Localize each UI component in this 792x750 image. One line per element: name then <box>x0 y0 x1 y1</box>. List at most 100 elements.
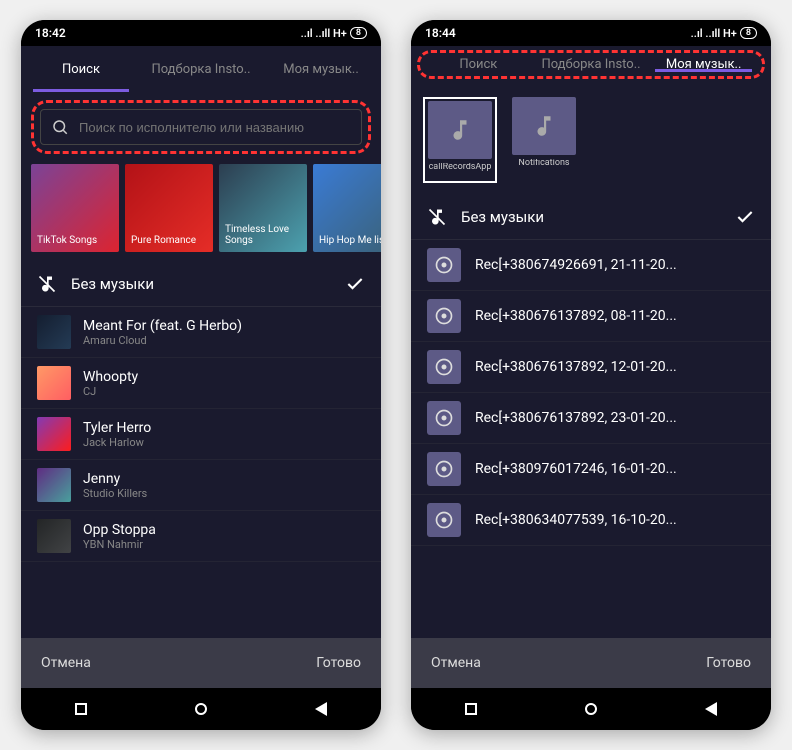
status-right: ..ıl ..ıll H+ 8 <box>691 27 757 40</box>
music-note-icon <box>512 97 576 155</box>
playlist-label: Pure Romance <box>131 235 196 246</box>
track-row[interactable]: Meant For (feat. G Herbo) Amaru Cloud <box>21 307 381 358</box>
highlight-search <box>31 100 371 154</box>
nav-home-icon[interactable] <box>585 703 597 715</box>
no-music-label: Без музыки <box>71 275 331 293</box>
track-title: Opp Stoppa <box>83 522 365 538</box>
folder-callrecords[interactable]: callRecordsApp <box>423 97 497 183</box>
tab-label: Поиск <box>62 62 100 77</box>
tab-label: Подборка Insto.. <box>151 62 250 77</box>
tab-label: Моя музык.. <box>283 62 359 77</box>
no-music-icon <box>427 207 447 227</box>
cancel-button[interactable]: Отмена <box>41 655 91 671</box>
track-text: Tyler Herro Jack Harlow <box>83 420 365 449</box>
track-title: Tyler Herro <box>83 420 365 436</box>
folder-label: Notifications <box>507 159 581 169</box>
track-art <box>37 315 71 349</box>
tab-search[interactable]: Поиск <box>422 57 535 72</box>
no-music-row[interactable]: Без музыки <box>21 262 381 307</box>
track-text: Whoopty CJ <box>83 369 365 398</box>
track-text: Opp Stoppa YBN Nahmir <box>83 522 365 551</box>
status-time: 18:44 <box>425 26 456 40</box>
track-row[interactable]: Tyler Herro Jack Harlow <box>21 409 381 460</box>
track-artist: YBN Nahmir <box>83 538 365 551</box>
playlist-card[interactable]: TikTok Songs <box>31 164 119 252</box>
recording-row[interactable]: Rec[+380674926691, 21-11-20... <box>411 240 771 291</box>
track-artist: CJ <box>83 385 365 398</box>
track-art <box>37 417 71 451</box>
disc-icon <box>427 350 461 384</box>
tab-my-music[interactable]: Моя музык.. <box>647 57 760 72</box>
search-field[interactable] <box>79 120 351 135</box>
app-content: Поиск Подборка Insto.. Моя музык.. callR… <box>411 46 771 688</box>
track-list[interactable]: Meant For (feat. G Herbo) Amaru Cloud Wh… <box>21 307 381 638</box>
no-music-icon <box>37 274 57 294</box>
playlist-label: TikTok Songs <box>37 235 97 246</box>
disc-icon <box>427 248 461 282</box>
track-art <box>37 366 71 400</box>
tab-collection[interactable]: Подборка Insto.. <box>535 57 648 72</box>
tab-search[interactable]: Поиск <box>21 46 141 92</box>
recording-row[interactable]: Rec[+380676137892, 23-01-20... <box>411 393 771 444</box>
tab-label: Поиск <box>459 57 497 72</box>
tab-label: Моя музык.. <box>666 57 742 72</box>
phone-left: 18:42 ..ıl ..ıll H+ 8 Поиск Подборка Ins… <box>21 20 381 730</box>
playlist-card[interactable]: Pure Romance <box>125 164 213 252</box>
done-button[interactable]: Готово <box>706 655 751 671</box>
status-time: 18:42 <box>35 26 66 40</box>
recording-title: Rec[+380676137892, 23-01-20... <box>475 410 755 426</box>
track-row[interactable]: Opp Stoppa YBN Nahmir <box>21 511 381 562</box>
recording-title: Rec[+380674926691, 21-11-20... <box>475 257 755 273</box>
done-button[interactable]: Готово <box>316 655 361 671</box>
recording-row[interactable]: Rec[+380634077539, 16-10-20... <box>411 495 771 546</box>
recording-title: Rec[+380676137892, 08-11-20... <box>475 308 755 324</box>
track-row[interactable]: Whoopty CJ <box>21 358 381 409</box>
recording-title: Rec[+380976017246, 16-01-20... <box>475 461 755 477</box>
playlist-label: Hip Hop Me list <box>319 235 381 246</box>
nav-back-icon[interactable] <box>315 702 327 716</box>
track-text: Meant For (feat. G Herbo) Amaru Cloud <box>83 318 365 347</box>
track-title: Whoopty <box>83 369 365 385</box>
tab-collection[interactable]: Подборка Insto.. <box>141 46 261 92</box>
cancel-button[interactable]: Отмена <box>431 655 481 671</box>
phone-right: 18:44 ..ıl ..ıll H+ 8 Поиск Подборка Ins… <box>411 20 771 730</box>
tab-my-music[interactable]: Моя музык.. <box>261 46 381 92</box>
recording-row[interactable]: Rec[+380676137892, 08-11-20... <box>411 291 771 342</box>
search-input[interactable] <box>40 109 362 145</box>
playlist-row[interactable]: TikTok Songs Pure Romance Timeless Love … <box>21 164 381 262</box>
track-text: Jenny Studio Killers <box>83 471 365 500</box>
nav-recent-icon[interactable] <box>465 703 477 715</box>
playlist-card[interactable]: Hip Hop Me list <box>313 164 381 252</box>
track-title: Meant For (feat. G Herbo) <box>83 318 365 334</box>
signal-text: ..ıl ..ıll H+ <box>301 27 347 40</box>
signal-text: ..ıl ..ıll H+ <box>691 27 737 40</box>
recording-row[interactable]: Rec[+380976017246, 16-01-20... <box>411 444 771 495</box>
tab-bar: Поиск Подборка Insto.. Моя музык.. <box>21 46 381 92</box>
footer-bar: Отмена Готово <box>21 638 381 688</box>
disc-icon <box>427 299 461 333</box>
footer-bar: Отмена Готово <box>411 638 771 688</box>
folder-label: callRecordsApp <box>427 163 493 173</box>
folder-notifications[interactable]: Notifications <box>507 97 581 183</box>
playlist-label: Timeless Love Songs <box>225 224 301 246</box>
track-artist: Studio Killers <box>83 487 365 500</box>
navbar <box>411 688 771 730</box>
recording-list[interactable]: Rec[+380674926691, 21-11-20... Rec[+3806… <box>411 240 771 638</box>
status-right: ..ıl ..ıll H+ 8 <box>301 27 367 40</box>
nav-home-icon[interactable] <box>195 703 207 715</box>
tab-label: Подборка Insto.. <box>541 57 640 72</box>
folder-row: callRecordsApp Notifications <box>411 85 771 195</box>
recording-row[interactable]: Rec[+380676137892, 12-01-20... <box>411 342 771 393</box>
disc-icon <box>427 401 461 435</box>
track-title: Jenny <box>83 471 365 487</box>
track-art <box>37 519 71 553</box>
track-row[interactable]: Jenny Studio Killers <box>21 460 381 511</box>
playlist-card[interactable]: Timeless Love Songs <box>219 164 307 252</box>
no-music-label: Без музыки <box>461 208 721 226</box>
no-music-row[interactable]: Без музыки <box>411 195 771 240</box>
nav-back-icon[interactable] <box>705 702 717 716</box>
search-icon <box>51 118 69 136</box>
nav-recent-icon[interactable] <box>75 703 87 715</box>
highlight-tabs: Поиск Подборка Insto.. Моя музык.. <box>417 50 765 79</box>
statusbar: 18:42 ..ıl ..ıll H+ 8 <box>21 20 381 46</box>
